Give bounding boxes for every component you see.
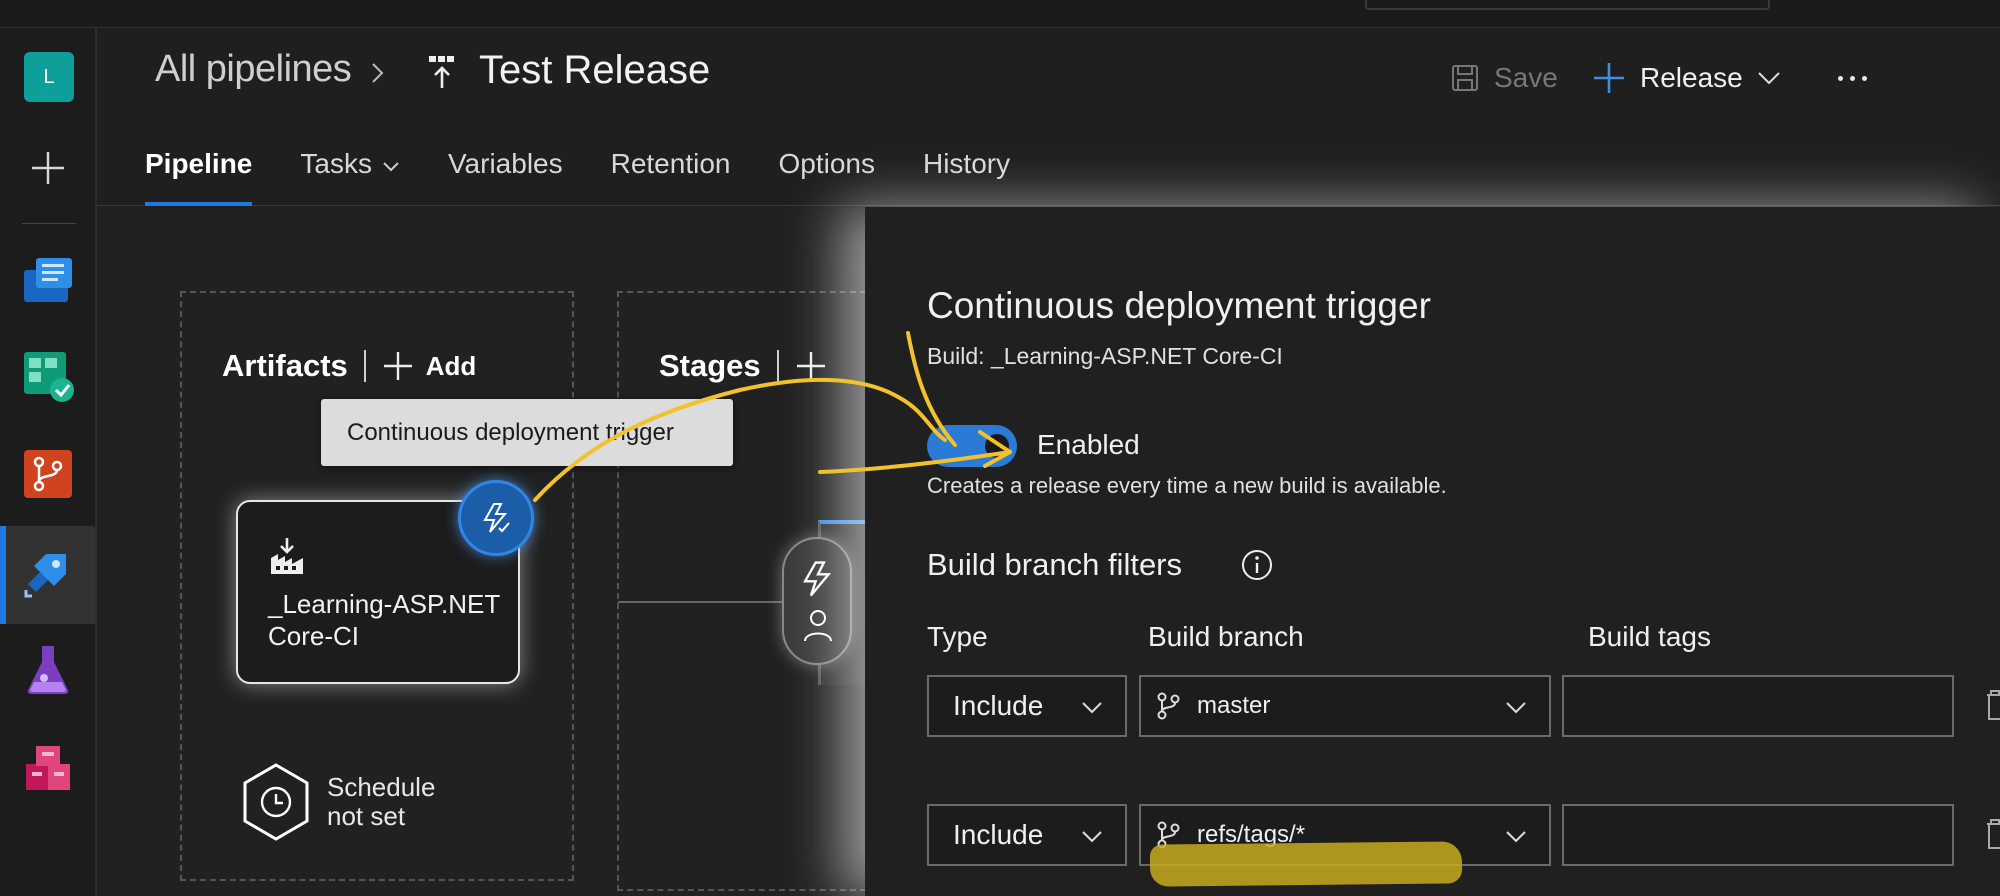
overview-icon[interactable] bbox=[20, 250, 76, 306]
more-actions-button[interactable] bbox=[1827, 58, 1877, 98]
artifacts-heading: Artifacts bbox=[222, 348, 348, 383]
test-plans-icon[interactable] bbox=[20, 642, 76, 698]
header-divider bbox=[776, 350, 779, 382]
breadcrumb-all-pipelines[interactable]: All pipelines bbox=[155, 48, 352, 91]
schedule-label: Schedule not set bbox=[327, 772, 436, 831]
save-icon bbox=[1452, 65, 1478, 91]
highlighter-mark bbox=[1149, 841, 1463, 887]
continuous-deployment-trigger-panel: Continuous deployment trigger Build: _Le… bbox=[865, 207, 2000, 896]
column-type: Type bbox=[927, 621, 988, 652]
chevron-down-icon bbox=[383, 162, 399, 172]
info-icon[interactable] bbox=[1240, 548, 1274, 582]
chevron-down-icon bbox=[1758, 72, 1780, 85]
add-label: Add bbox=[425, 350, 477, 381]
schedule-trigger[interactable]: Schedule not set bbox=[241, 762, 457, 842]
filter-type-dropdown[interactable]: Include bbox=[927, 675, 1127, 737]
branch-icon bbox=[1157, 692, 1180, 720]
chevron-down-icon bbox=[1506, 831, 1526, 843]
connector-line bbox=[618, 601, 784, 603]
toggle-label: Enabled bbox=[1037, 429, 1140, 460]
stages-heading: Stages bbox=[659, 348, 761, 383]
more-dot bbox=[1849, 75, 1855, 81]
build-branch-filters-heading: Build branch filters bbox=[927, 547, 1183, 582]
filter-tags-input[interactable] bbox=[1562, 675, 1954, 737]
filter-branch-value: master bbox=[1197, 692, 1271, 719]
add-stage-button[interactable] bbox=[795, 350, 827, 382]
tab-pipeline[interactable]: Pipeline bbox=[145, 148, 253, 206]
toggle-knob bbox=[985, 434, 1009, 458]
lightning-icon bbox=[803, 561, 832, 597]
filter-type-value: Include bbox=[953, 690, 1044, 721]
more-dot bbox=[1837, 75, 1843, 81]
build-artifact-icon bbox=[271, 538, 303, 574]
release-label: Release bbox=[1640, 62, 1743, 93]
pipelines-icon[interactable] bbox=[20, 544, 76, 600]
tab-options[interactable]: Options bbox=[778, 148, 875, 206]
filter-type-value: Include bbox=[953, 819, 1044, 850]
column-build-tags: Build tags bbox=[1588, 621, 1711, 652]
tab-history[interactable]: History bbox=[923, 148, 1010, 206]
save-button[interactable]: Save bbox=[1450, 58, 1558, 98]
artifact-name: _Learning-ASP.NET Core-CI bbox=[268, 589, 500, 651]
rail-divider bbox=[22, 223, 76, 224]
tab-tasks[interactable]: Tasks bbox=[300, 148, 400, 206]
filter-tags-input[interactable] bbox=[1562, 804, 1954, 866]
release-pipeline-icon bbox=[429, 56, 454, 88]
chevron-right-icon bbox=[372, 63, 384, 83]
add-artifact-button[interactable]: Add bbox=[382, 350, 477, 382]
stages-header: Stages bbox=[659, 348, 827, 384]
new-project-plus-icon[interactable] bbox=[28, 148, 68, 188]
schedule-clock-icon bbox=[243, 763, 309, 841]
plus-icon bbox=[796, 352, 825, 380]
lightning-icon bbox=[483, 503, 510, 533]
delete-icon[interactable] bbox=[1983, 816, 2000, 852]
panel-title: Continuous deployment trigger bbox=[927, 285, 1431, 326]
organization-avatar[interactable]: L bbox=[24, 52, 74, 102]
filter-type-dropdown[interactable]: Include bbox=[927, 804, 1127, 866]
enabled-toggle[interactable] bbox=[927, 425, 1017, 467]
continuous-deployment-trigger-button[interactable] bbox=[458, 480, 534, 556]
boards-icon[interactable] bbox=[20, 348, 76, 404]
page-title: Test Release bbox=[479, 48, 711, 92]
pipeline-tabs: Pipeline Tasks Variables Retention Optio… bbox=[145, 148, 1058, 206]
trigger-tooltip: Continuous deployment trigger bbox=[321, 399, 733, 466]
left-navigation-rail: L bbox=[0, 28, 97, 896]
chevron-down-icon bbox=[1506, 702, 1526, 714]
more-dot bbox=[1861, 75, 1867, 81]
artifacts-icon[interactable] bbox=[20, 740, 76, 796]
top-bar bbox=[0, 0, 2000, 28]
page-header: All pipelines Test Release Save Release … bbox=[97, 28, 2000, 206]
tab-variables[interactable]: Variables bbox=[448, 148, 563, 206]
column-build-branch: Build branch bbox=[1148, 621, 1304, 652]
plus-icon bbox=[1594, 63, 1624, 93]
panel-subtitle: Build: _Learning-ASP.NET Core-CI bbox=[927, 343, 1283, 369]
header-divider bbox=[363, 350, 366, 382]
trigger-description: Creates a release every time a new build… bbox=[927, 473, 1447, 498]
pre-deployment-conditions-button[interactable] bbox=[782, 537, 852, 665]
active-nav-indicator bbox=[0, 526, 6, 624]
person-icon bbox=[804, 610, 832, 642]
search-box[interactable] bbox=[1365, 0, 1770, 10]
chevron-down-icon bbox=[1082, 831, 1102, 843]
plus-icon bbox=[383, 352, 412, 380]
tab-retention[interactable]: Retention bbox=[611, 148, 731, 206]
save-label: Save bbox=[1494, 62, 1558, 93]
create-release-button[interactable]: Release bbox=[1592, 58, 1781, 98]
artifacts-header: Artifacts Add bbox=[222, 348, 476, 384]
repos-icon[interactable] bbox=[20, 446, 76, 502]
chevron-down-icon bbox=[1082, 702, 1102, 714]
filter-branch-dropdown[interactable]: master bbox=[1139, 675, 1551, 737]
delete-icon[interactable] bbox=[1983, 687, 2000, 723]
